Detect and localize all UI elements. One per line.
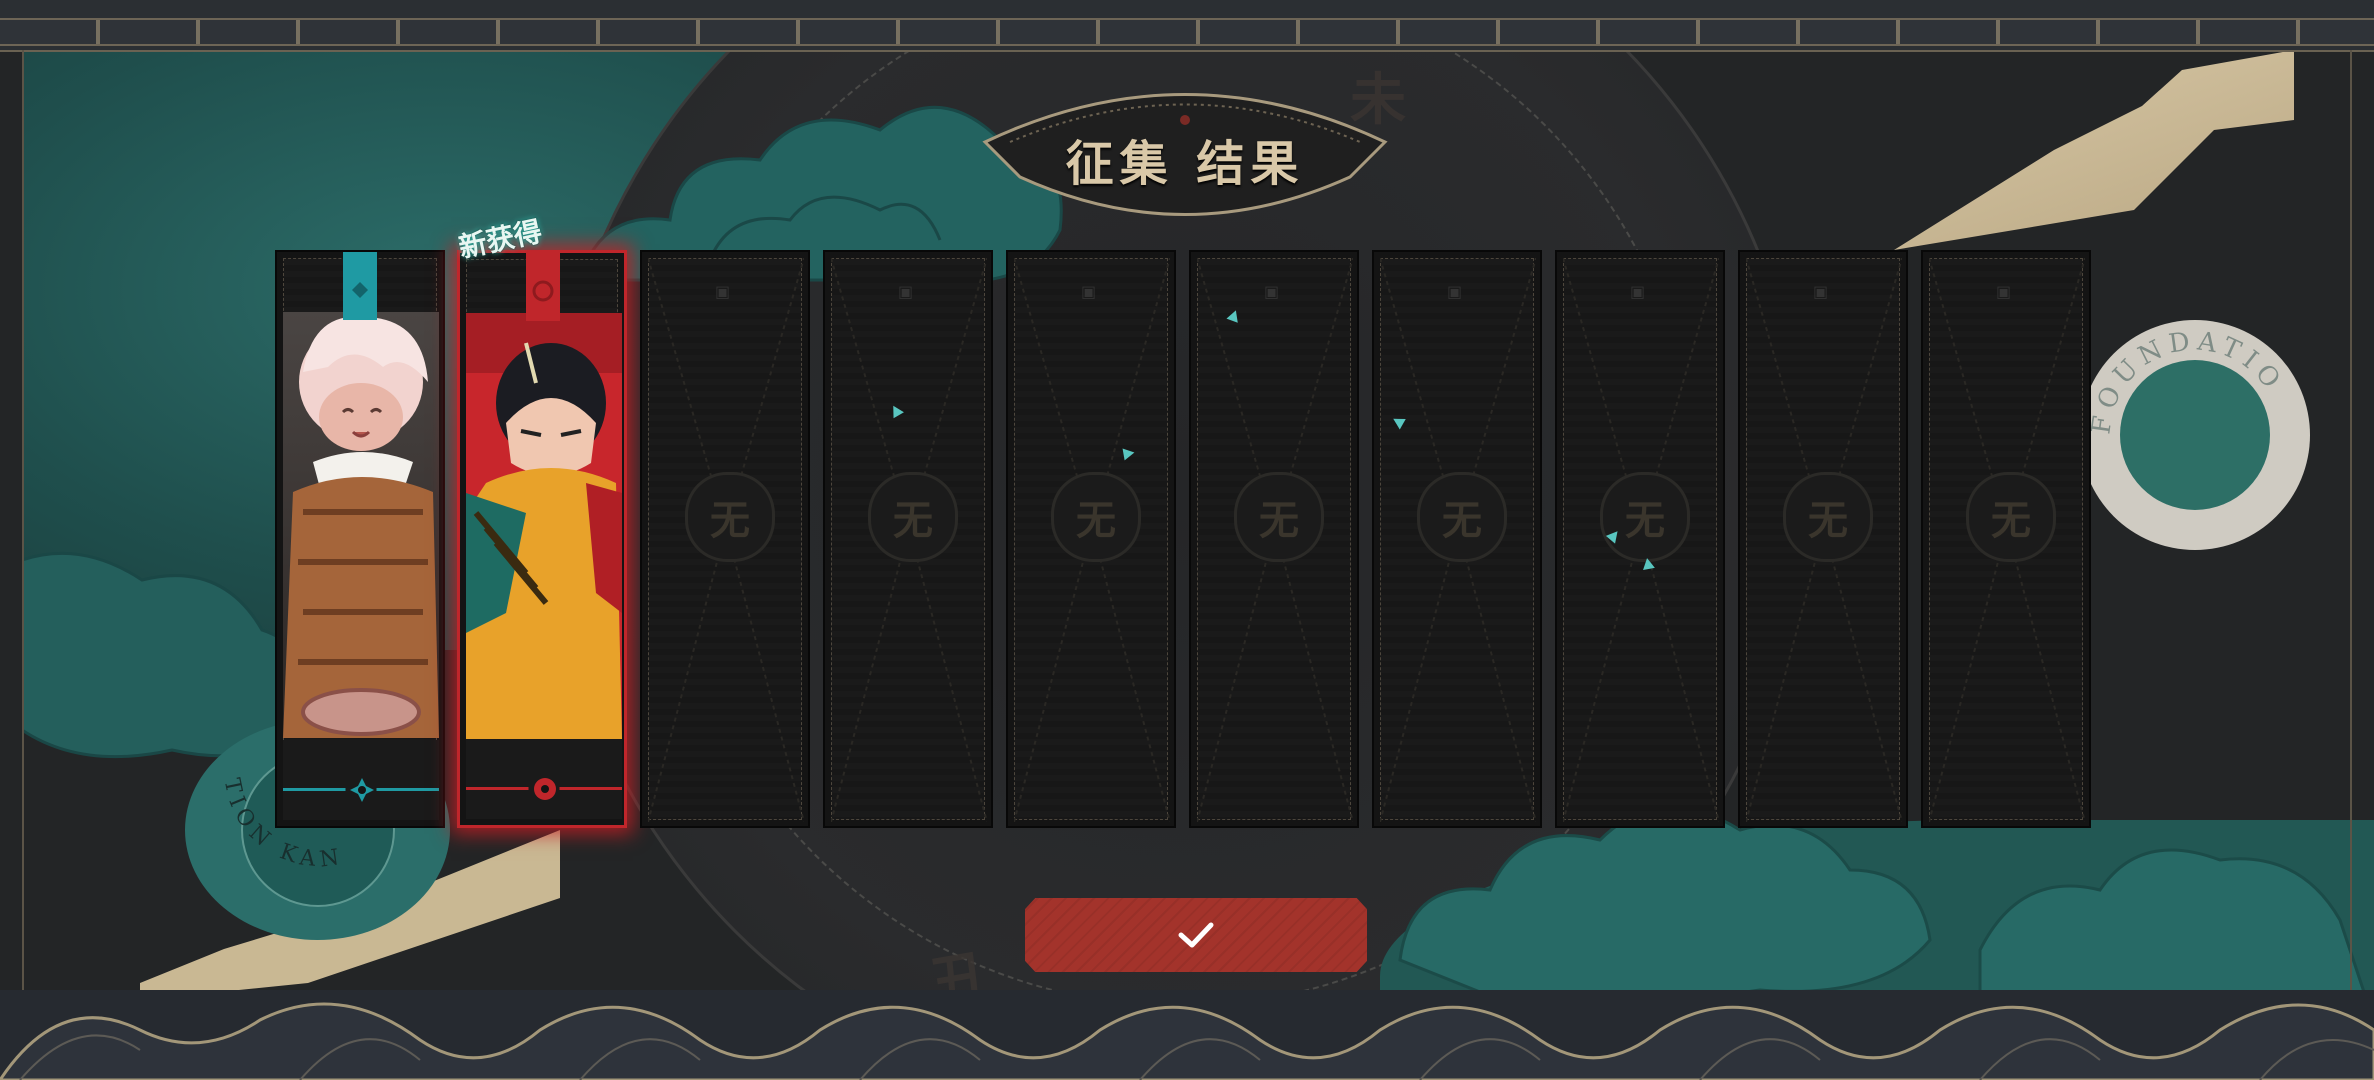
confirm-button[interactable] [1025, 898, 1367, 972]
result-card-9[interactable]: ▣ 无 [1738, 250, 1908, 828]
result-card-7[interactable]: ▣ 无 [1372, 250, 1542, 828]
red-flower-icon [534, 778, 556, 800]
empty-slot-badge: 无 [868, 472, 958, 562]
empty-slot-char: 无 [710, 497, 750, 544]
card-top-ornament: ▣ [898, 282, 914, 301]
result-card-5[interactable]: ▣ 无 [1006, 250, 1176, 828]
recruit-result-screen: 未 丑 FOUNDATIO TION KAN 征集 结果 ▣ 无 ▣ 无 ▣ 无… [0, 0, 2374, 1080]
card-top-ornament: ▣ [1081, 282, 1097, 301]
character-portrait-pink-hair [283, 312, 439, 738]
card-top-ornament: ▣ [1813, 282, 1829, 301]
card-top-ornament: ▣ [1996, 282, 2012, 301]
empty-slot-badge: 无 [1966, 472, 2056, 562]
page-title: 征集 结果 [1065, 136, 1305, 192]
check-icon [1178, 922, 1214, 948]
title-plaque: 征集 结果 [980, 72, 1390, 222]
empty-slot-char: 无 [1442, 497, 1482, 544]
empty-slot-char: 无 [1808, 497, 1848, 544]
character-portrait-dark-hair [466, 313, 622, 739]
particle-shard [1122, 446, 1136, 461]
empty-slot-badge: 无 [1234, 472, 1324, 562]
rarity-ribbon-red [526, 253, 560, 321]
top-rail [0, 18, 2374, 46]
card-top-ornament: ▣ [1447, 282, 1463, 301]
result-card-6[interactable]: ▣ 无 [1189, 250, 1359, 828]
result-card-8[interactable]: ▣ 无 [1555, 250, 1725, 828]
empty-slot-char: 无 [1076, 497, 1116, 544]
empty-slot-badge: 无 [685, 472, 775, 562]
empty-slot-badge: 无 [1783, 472, 1873, 562]
wave-border [0, 990, 2374, 1080]
empty-slot-badge: 无 [1051, 472, 1141, 562]
result-card-2[interactable] [457, 250, 627, 828]
result-card-4[interactable]: ▣ 无 [823, 250, 993, 828]
particle-shard [1641, 557, 1655, 570]
card-footer [283, 740, 439, 820]
rarity-ribbon-teal [343, 252, 377, 320]
teal-flower-icon [350, 778, 374, 802]
result-card-10[interactable]: ▣ 无 [1921, 250, 2091, 828]
top-border [0, 0, 2374, 52]
card-footer [466, 739, 622, 819]
result-card-row: ▣ 无 ▣ 无 ▣ 无 ▣ 无 ▣ 无 ▣ 无 ▣ 无 ▣ 无 [275, 250, 2098, 830]
result-card-3[interactable]: ▣ 无 [640, 250, 810, 828]
empty-slot-char: 无 [1991, 497, 2031, 544]
result-card-1[interactable] [275, 250, 445, 828]
card-top-ornament: ▣ [1630, 282, 1646, 301]
empty-slot-char: 无 [1259, 497, 1299, 544]
empty-slot-char: 无 [893, 497, 933, 544]
empty-slot-badge: 无 [1600, 472, 1690, 562]
card-top-ornament: ▣ [1264, 282, 1280, 301]
empty-slot-char: 无 [1625, 497, 1665, 544]
empty-slot-badge: 无 [1417, 472, 1507, 562]
card-top-ornament: ▣ [715, 282, 731, 301]
